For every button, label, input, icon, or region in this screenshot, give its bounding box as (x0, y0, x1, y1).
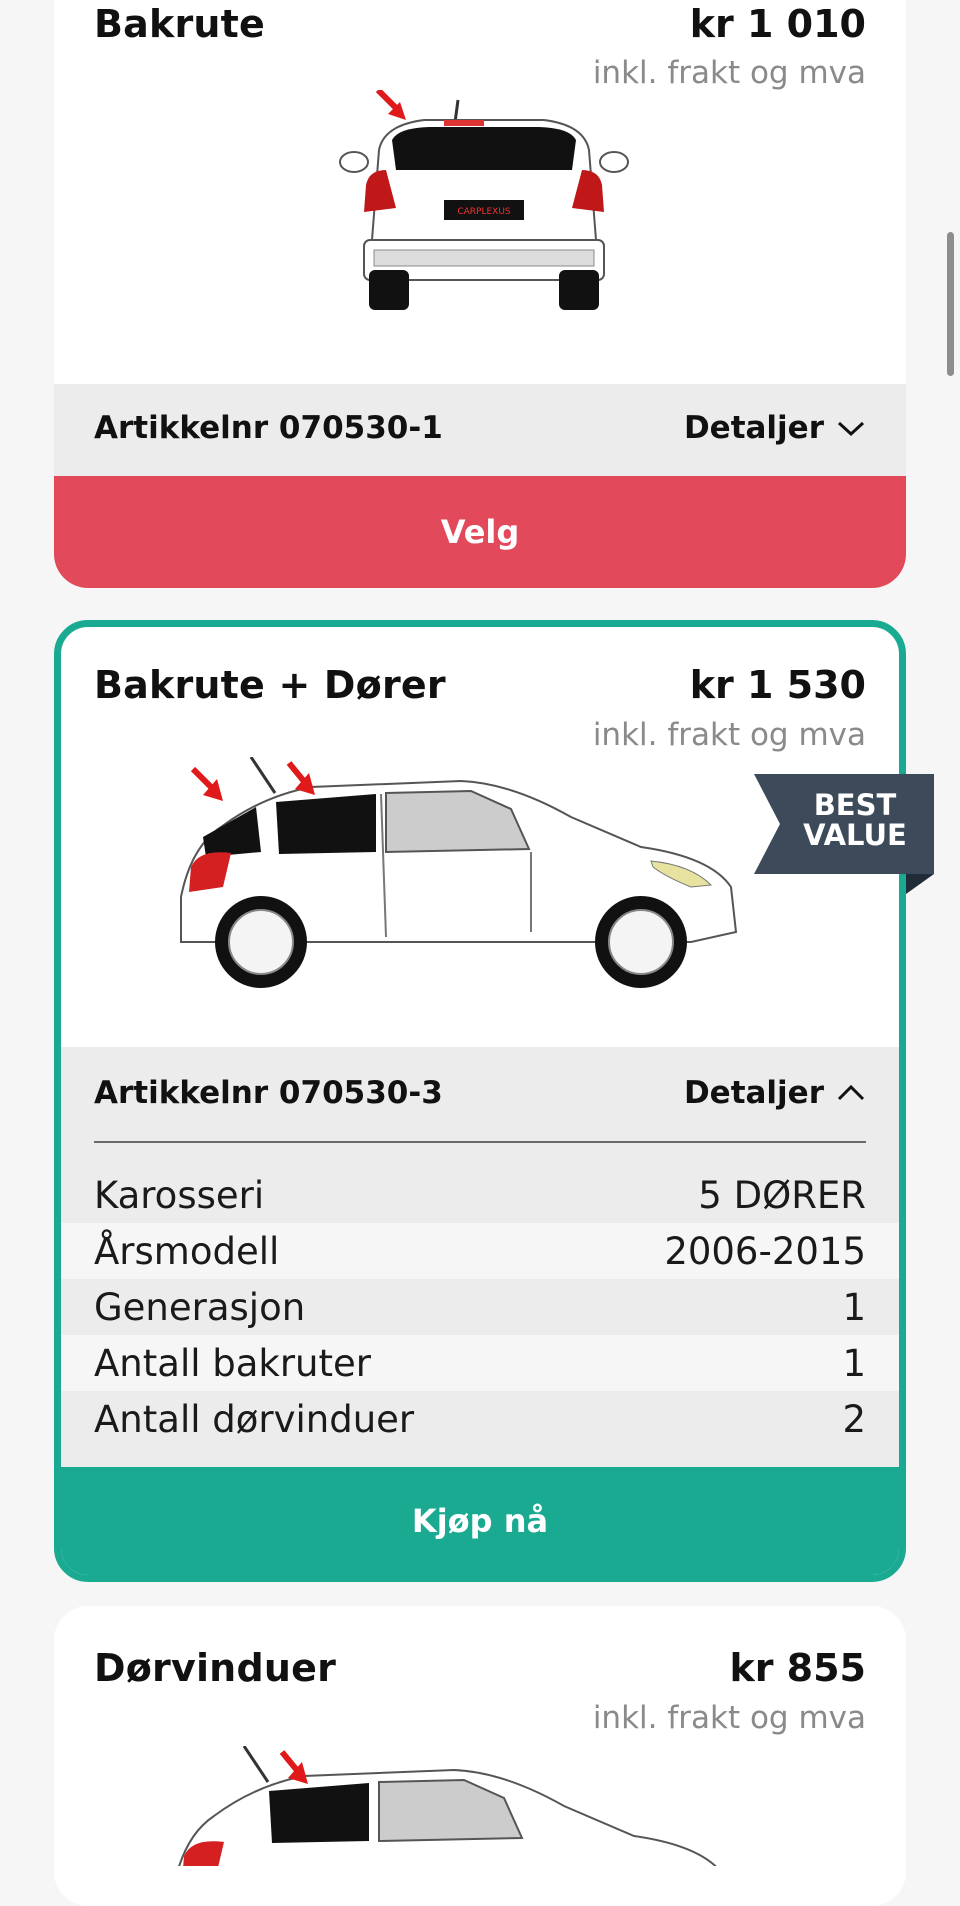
spec-value: 1 (842, 1285, 866, 1329)
chevron-up-icon (837, 1084, 865, 1101)
divider (94, 1141, 866, 1143)
spec-row-arsmodell: Årsmodell 2006-2015 (61, 1223, 899, 1279)
spec-label: Årsmodell (94, 1229, 280, 1273)
spec-row-antall-dorvinduer: Antall dørvinduer 2 (61, 1391, 899, 1447)
product-card-bakrute: Bakrute kr 1 010 inkl. frakt og mva CARP… (54, 0, 906, 588)
details-label: Detaljer (683, 1075, 824, 1111)
article-panel: Artikkelnr 070530-3 Detaljer Karosseri 5… (61, 1047, 899, 1467)
article-number: Artikkelnr 070530-1 (94, 410, 443, 446)
chevron-down-icon (837, 421, 865, 437)
product-title: Bakrute + Dører (94, 663, 446, 707)
product-title: Bakrute (94, 2, 266, 46)
badge-line-2: VALUE (803, 818, 907, 852)
price-note: inkl. frakt og mva (592, 55, 866, 91)
price-note: inkl. frakt og mva (592, 717, 866, 753)
product-title: Dørvinduer (94, 1646, 337, 1690)
spec-table: Karosseri 5 DØRER Årsmodell 2006-2015 Ge… (61, 1167, 899, 1447)
badge-line-1: BEST (813, 788, 897, 822)
spec-label: Generasjon (94, 1285, 306, 1329)
car-side-image (180, 757, 738, 988)
car-rear-image: CARPLEXUS (339, 90, 629, 310)
spec-row-karosseri: Karosseri 5 DØRER (61, 1167, 899, 1223)
spec-value: 5 DØRER (698, 1173, 866, 1217)
spec-value: 1 (842, 1341, 866, 1385)
scrollbar[interactable] (947, 232, 954, 376)
spec-label: Karosseri (94, 1173, 265, 1217)
spec-value: 2 (842, 1397, 866, 1441)
product-card-bakrute-dorer: Bakrute + Dører kr 1 530 inkl. frakt og … (54, 620, 906, 1582)
details-label: Detaljer (683, 410, 824, 446)
spec-value: 2006-2015 (664, 1229, 866, 1273)
spec-row-generasjon: Generasjon 1 (61, 1279, 899, 1335)
badge-text: BEST VALUE (790, 790, 920, 850)
kjop-na-button[interactable]: Kjøp nå (61, 1467, 899, 1575)
details-toggle[interactable]: Detaljer (684, 1075, 866, 1111)
spec-label: Antall dørvinduer (94, 1397, 415, 1441)
product-price: kr 855 (729, 1646, 866, 1690)
car-side-image (178, 1746, 717, 1866)
product-price: kr 1 010 (689, 2, 866, 46)
svg-text:CARPLEXUS: CARPLEXUS (457, 207, 511, 217)
article-bar: Artikkelnr 070530-1 Detaljer (54, 384, 906, 476)
red-arrow-icon (375, 90, 406, 120)
red-arrow-icon (190, 766, 223, 801)
details-toggle[interactable]: Detaljer (684, 410, 866, 446)
red-arrow-icon (286, 761, 315, 795)
product-price: kr 1 530 (689, 663, 866, 707)
spec-row-antall-bakruter: Antall bakruter 1 (61, 1335, 899, 1391)
article-number: Artikkelnr 070530-3 (94, 1075, 443, 1111)
velg-button[interactable]: Velg (54, 476, 906, 588)
product-card-dorvinduer: Dørvinduer kr 855 inkl. frakt og mva (54, 1606, 906, 1906)
red-arrow-icon (279, 1750, 308, 1784)
spec-label: Antall bakruter (94, 1341, 371, 1385)
price-note: inkl. frakt og mva (592, 1700, 866, 1736)
